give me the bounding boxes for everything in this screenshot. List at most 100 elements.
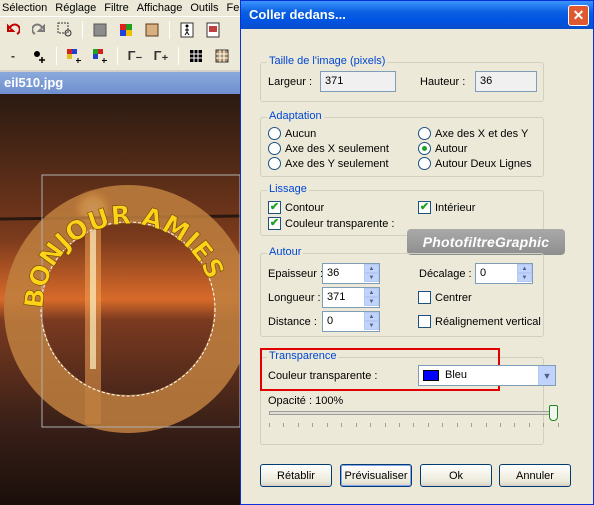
menu-affichage[interactable]: Affichage (135, 2, 189, 14)
radio-label: Axe des X et des Y (435, 127, 529, 140)
slider-ticks (269, 423, 559, 428)
realignement-label: Réalignement vertical (435, 315, 541, 328)
radio-label: Autour Deux Lignes (435, 157, 532, 170)
document-icon[interactable] (202, 19, 224, 41)
longueur-label: Longueur : (268, 292, 321, 304)
gray-square-icon[interactable] (89, 19, 111, 41)
toolbar-separator (169, 21, 170, 39)
ok-button[interactable]: Ok (420, 464, 492, 487)
undo-icon[interactable] (2, 19, 24, 41)
toolbar-separator (117, 47, 118, 65)
texture-icon[interactable] (211, 45, 233, 67)
image-size-legend: Taille de l'image (pixels) (267, 55, 388, 67)
spin-down-icon[interactable]: ▼ (364, 321, 379, 330)
opacite-slider-thumb[interactable] (549, 405, 558, 421)
radio-label: Aucun (285, 127, 317, 140)
radio-aucun[interactable]: Aucun (268, 127, 316, 140)
menu-reglage[interactable]: Réglage (53, 2, 102, 14)
close-button[interactable]: ✕ (568, 5, 589, 26)
couleur-transparente-label: Couleur transparente : (285, 217, 395, 230)
check-icon[interactable]: ✔ (268, 201, 281, 214)
spin-down-icon[interactable]: ▼ (364, 297, 379, 306)
height-field: 36 (475, 71, 537, 92)
distance-spinner[interactable]: 0 ▲ ▼ (322, 311, 380, 332)
radio-autour-deux-lignes[interactable]: Autour Deux Lignes (418, 157, 532, 170)
spin-up-icon[interactable]: ▲ (364, 264, 379, 273)
decalage-label: Décalage : (419, 268, 472, 280)
interieur-checkbox[interactable]: ✔ Intérieur (418, 201, 475, 214)
epaisseur-spinner[interactable]: 36 ▲ ▼ (322, 263, 380, 284)
color-blocks-2-icon[interactable] (89, 45, 111, 67)
epaisseur-label: Epaisseur : (268, 268, 324, 280)
menu-selection[interactable]: Sélection (0, 2, 53, 14)
radio-axe-x[interactable]: Axe des X seulement (268, 142, 389, 155)
width-label: Largeur : (268, 76, 313, 88)
toolbar-separator (82, 21, 83, 39)
interieur-label: Intérieur (435, 201, 476, 214)
previsualiser-button[interactable]: Prévisualiser (340, 464, 412, 487)
distance-value: 0 (327, 315, 334, 327)
spin-up-icon[interactable]: ▲ (364, 312, 379, 321)
couleur-transparente-checkbox[interactable]: ✔ Couleur transparente : (268, 217, 394, 230)
grid-icon[interactable] (185, 45, 207, 67)
palette-icon[interactable] (141, 19, 163, 41)
radio-label: Axe des Y seulement (285, 157, 389, 170)
retablir-button[interactable]: Rétablir (260, 464, 332, 487)
couleur-transparente-select-label: Couleur transparente : (268, 370, 378, 382)
realignement-checkbox[interactable]: Réalignement vertical (418, 315, 541, 328)
spin-up-icon[interactable]: ▲ (517, 264, 532, 273)
radio-dot[interactable] (268, 142, 281, 155)
toolbar-row-2: ‐ Γ₋ Γ₊ (0, 43, 233, 69)
height-label: Hauteur : (420, 76, 466, 88)
image-canvas[interactable]: BONJOUR AMIES (0, 94, 240, 505)
watermark-logo: PhotofiltreGraphic (407, 229, 565, 255)
couleur-select[interactable]: Bleu ▼ (418, 365, 556, 386)
document-tab[interactable]: eil510.jpg (0, 72, 240, 94)
check-icon[interactable]: ✔ (418, 201, 431, 214)
radio-dot[interactable] (268, 127, 281, 140)
checkbox-empty-icon[interactable] (418, 315, 431, 328)
spin-down-icon[interactable]: ▼ (517, 273, 532, 282)
gamma-icon[interactable]: Γ₋ (124, 45, 146, 67)
radio-dot-selected[interactable] (418, 142, 431, 155)
radio-dot[interactable] (418, 157, 431, 170)
toolbar-separator (178, 47, 179, 65)
gamma-plus-icon[interactable]: Γ₊ (150, 45, 172, 67)
epaisseur-value: 36 (327, 267, 340, 279)
color-swatch (423, 370, 439, 381)
decalage-spinner[interactable]: 0 ▲ ▼ (475, 263, 533, 284)
align-icon[interactable]: ‐ (2, 45, 24, 67)
radio-autour[interactable]: Autour (418, 142, 467, 155)
opacite-slider-track[interactable] (269, 411, 555, 415)
checkbox-empty-icon[interactable] (418, 291, 431, 304)
spin-up-icon[interactable]: ▲ (364, 288, 379, 297)
spin-down-icon[interactable]: ▼ (364, 273, 379, 282)
decalage-value: 0 (480, 267, 487, 279)
radio-axe-y[interactable]: Axe des Y seulement (268, 157, 389, 170)
chevron-down-icon[interactable]: ▼ (538, 366, 555, 385)
check-icon[interactable]: ✔ (268, 217, 281, 230)
menu-filtre[interactable]: Filtre (102, 2, 134, 14)
zoom-select-icon[interactable] (54, 19, 76, 41)
width-field: 371 (320, 71, 396, 92)
walker-icon[interactable] (176, 19, 198, 41)
adaptation-legend: Adaptation (267, 110, 324, 122)
menu-outils[interactable]: Outils (188, 2, 224, 14)
longueur-spinner[interactable]: 371 ▲ ▼ (322, 287, 380, 308)
color-grid-icon[interactable] (115, 19, 137, 41)
toolbar-separator (56, 47, 57, 65)
annuler-button[interactable]: Annuler (499, 464, 571, 487)
distance-label: Distance : (268, 316, 317, 328)
radio-dot[interactable] (268, 157, 281, 170)
move-add-icon[interactable] (28, 45, 50, 67)
color-blocks-icon[interactable] (63, 45, 85, 67)
radio-dot[interactable] (418, 127, 431, 140)
couleur-select-value: Bleu (445, 369, 468, 381)
contour-checkbox[interactable]: ✔ Contour (268, 201, 324, 214)
radio-axe-xy[interactable]: Axe des X et des Y (418, 127, 528, 140)
centrer-checkbox[interactable]: Centrer (418, 291, 472, 304)
sunset-image: BONJOUR AMIES (0, 94, 240, 505)
opacite-label: Opacité : 100% (268, 395, 344, 407)
redo-icon[interactable] (28, 19, 50, 41)
lissage-legend: Lissage (267, 183, 309, 195)
